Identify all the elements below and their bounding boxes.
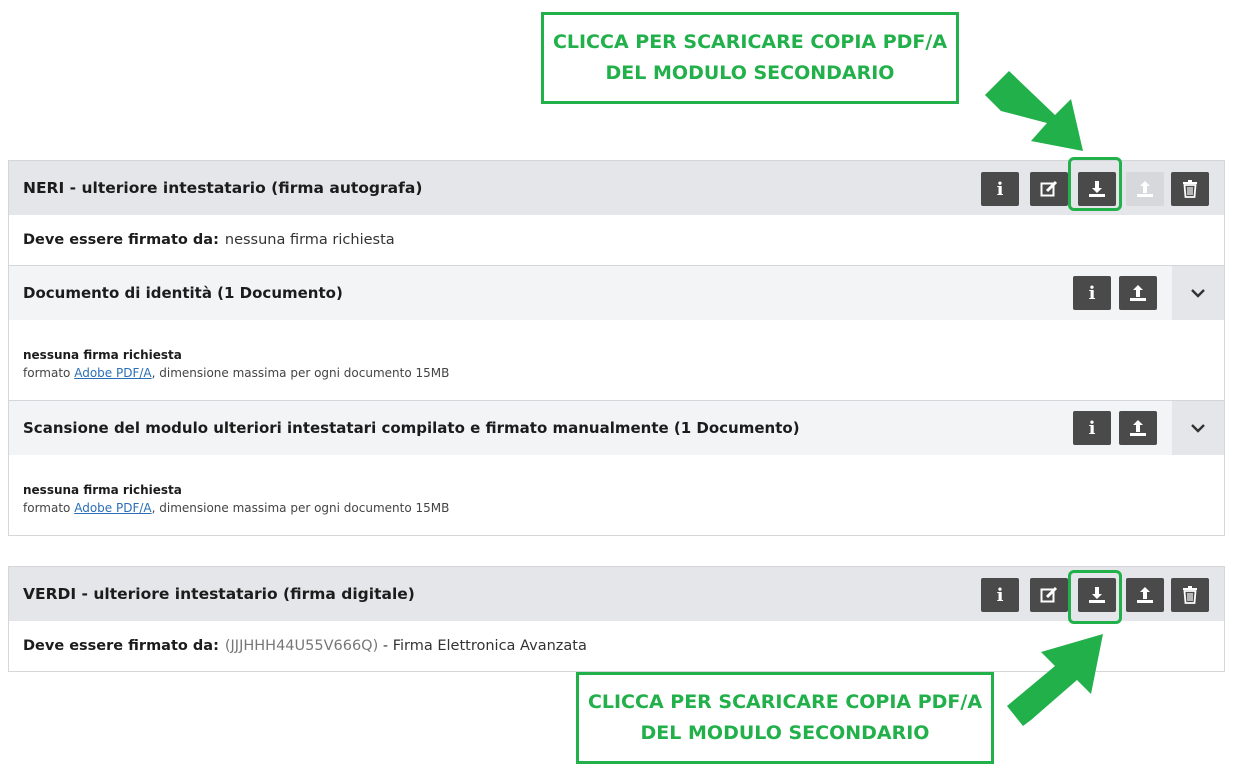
upload-icon <box>1130 420 1146 436</box>
document-signature-note: nessuna firma richiesta <box>23 348 182 362</box>
card-neri-name: NERI <box>23 179 65 197</box>
format-prefix: formato <box>23 501 75 515</box>
card-neri-title: NERI - ulteriore intestatario (firma aut… <box>23 161 422 215</box>
document-identity-title: Documento di identità (1 Documento) <box>23 284 343 302</box>
document-identity-info-button[interactable]: i <box>1073 276 1111 310</box>
edit-button[interactable] <box>1030 578 1068 612</box>
top-arrow-icon <box>985 71 1083 151</box>
bottom-callout-box: CLICCA PER SCARICARE COPIA PDF/A DEL MOD… <box>576 672 994 764</box>
download-pdfa-button[interactable] <box>1078 172 1116 206</box>
top-callout-line1: CLICCA PER SCARICARE COPIA PDF/A <box>552 31 948 53</box>
edit-icon <box>1040 180 1058 197</box>
signed-by-value: nessuna firma richiesta <box>224 232 395 248</box>
adobe-pdfa-link[interactable]: Adobe PDF/A <box>74 366 151 380</box>
info-icon: i <box>996 178 1004 200</box>
document-identity-header[interactable]: Documento di identità (1 Documento) i <box>9 265 1224 320</box>
card-verdi-role: - ulteriore intestatario (firma digitale… <box>76 585 415 603</box>
document-scan-upload-button[interactable] <box>1119 411 1157 445</box>
info-button[interactable]: i <box>981 578 1019 612</box>
signed-by-label: Deve essere firmato da: <box>23 232 219 248</box>
document-scan-header[interactable]: Scansione del modulo ulteriori intestata… <box>9 400 1224 455</box>
document-scan-info-button[interactable]: i <box>1073 411 1111 445</box>
bottom-callout-line2: DEL MODULO SECONDARIO <box>640 722 930 744</box>
bottom-arrow-icon <box>1007 634 1103 726</box>
edit-button[interactable] <box>1030 172 1068 206</box>
card-verdi-name: VERDI <box>23 585 77 603</box>
document-scan-expand-toggle[interactable] <box>1172 401 1224 455</box>
chevron-down-icon <box>1191 424 1205 433</box>
card-neri: NERI - ulteriore intestatario (firma aut… <box>8 160 1225 536</box>
delete-button[interactable] <box>1171 578 1209 612</box>
upload-icon <box>1137 181 1153 197</box>
card-neri-signature-row: Deve essere firmato da: nessuna firma ri… <box>9 215 1224 265</box>
download-icon <box>1089 587 1105 603</box>
download-pdfa-button[interactable] <box>1078 578 1116 612</box>
signer-fiscal-code: (JJJHHH44U55V666Q) <box>224 638 379 654</box>
card-verdi-header: VERDI - ulteriore intestatario (firma di… <box>9 567 1224 621</box>
card-neri-header: NERI - ulteriore intestatario (firma aut… <box>9 161 1224 215</box>
info-button[interactable]: i <box>981 172 1019 206</box>
document-identity-expand-toggle[interactable] <box>1172 266 1224 320</box>
document-format-note: formato Adobe PDF/A, dimensione massima … <box>23 501 449 515</box>
trash-icon <box>1183 586 1197 604</box>
format-prefix: formato <box>23 366 75 380</box>
top-callout-box: CLICCA PER SCARICARE COPIA PDF/A DEL MOD… <box>541 12 959 104</box>
upload-icon <box>1130 285 1146 301</box>
format-suffix: , dimensione massima per ogni documento … <box>151 366 450 380</box>
signature-type: - Firma Elettronica Avanzata <box>378 638 587 654</box>
adobe-pdfa-link[interactable]: Adobe PDF/A <box>74 501 151 515</box>
chevron-down-icon <box>1191 289 1205 298</box>
document-format-note: formato Adobe PDF/A, dimensione massima … <box>23 366 449 380</box>
trash-icon <box>1183 180 1197 198</box>
edit-icon <box>1040 586 1058 603</box>
upload-button[interactable] <box>1126 578 1164 612</box>
document-scan-body: nessuna firma richiesta formato Adobe PD… <box>9 455 1224 535</box>
document-scan-title: Scansione del modulo ulteriori intestata… <box>23 419 800 437</box>
upload-button-disabled <box>1126 172 1164 206</box>
format-suffix: , dimensione massima per ogni documento … <box>151 501 450 515</box>
document-identity-upload-button[interactable] <box>1119 276 1157 310</box>
info-icon: i <box>1088 417 1096 439</box>
upload-icon <box>1137 587 1153 603</box>
document-identity-body: nessuna firma richiesta formato Adobe PD… <box>9 320 1224 400</box>
delete-button[interactable] <box>1171 172 1209 206</box>
download-icon <box>1089 181 1105 197</box>
info-icon: i <box>1088 282 1096 304</box>
bottom-callout-line1: CLICCA PER SCARICARE COPIA PDF/A <box>587 691 983 713</box>
info-icon: i <box>996 584 1004 606</box>
document-signature-note: nessuna firma richiesta <box>23 483 182 497</box>
top-callout-line2: DEL MODULO SECONDARIO <box>605 62 895 84</box>
card-neri-role: - ulteriore intestatario (firma autograf… <box>64 179 423 197</box>
card-verdi-title: VERDI - ulteriore intestatario (firma di… <box>23 567 415 621</box>
signed-by-label: Deve essere firmato da: <box>23 638 219 654</box>
